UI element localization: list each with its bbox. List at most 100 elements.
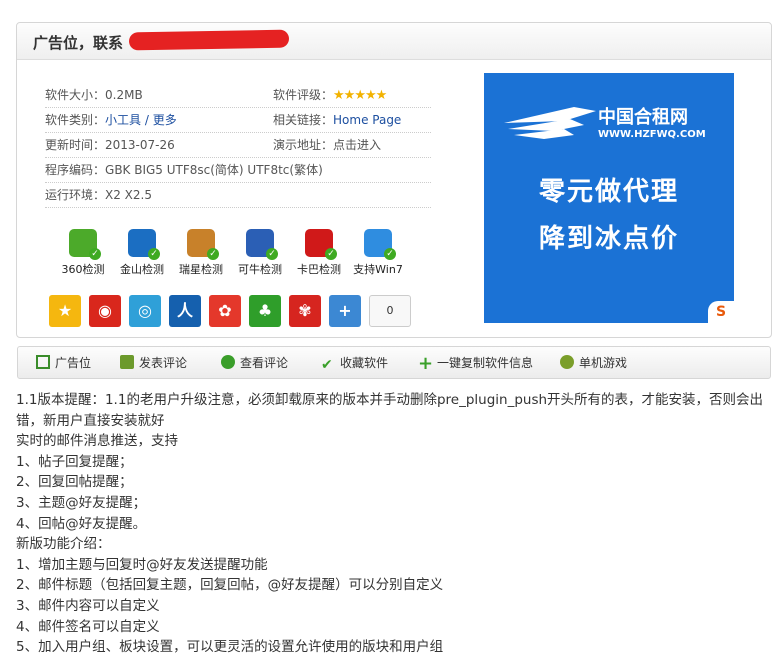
updated-label: 更新时间：	[45, 138, 106, 152]
scan-keniu[interactable]: ✓ 可牛检测	[230, 229, 290, 277]
info-row-updated: 更新时间：2013-07-26 演示地址：点击进入	[45, 133, 431, 158]
ad-banner[interactable]: 中国合租网 WWW.HZFWQ.COM 零元做代理 降到冰点价 S	[484, 73, 734, 323]
shield-360-icon: ✓	[69, 229, 101, 260]
description-line: 1、增加主题与回复时@好友发送提醒功能	[16, 556, 268, 573]
category-link-tools[interactable]: 小工具	[105, 113, 141, 127]
panel-title: 广告位，联系	[33, 34, 124, 52]
description-line: 新版功能介绍：	[16, 536, 111, 553]
ad-line-2: 降到冰点价	[538, 224, 679, 254]
related-label: 相关链接：	[273, 113, 334, 127]
check-badge-icon: ✓	[89, 248, 101, 260]
baidu-icon[interactable]: ✾	[289, 295, 321, 327]
view-comments-button[interactable]: 查看评论	[221, 354, 288, 371]
ad-line-1: 零元做代理	[538, 177, 679, 207]
edit-icon	[120, 355, 134, 369]
description-text: 1.1版本提醒：1.1的老用户升级注意，必须卸载原来的版本并手动删除pre_pl…	[16, 390, 766, 658]
renren-icon[interactable]: 人	[169, 295, 201, 327]
description-line: 1、帖子回复提醒；	[16, 453, 133, 470]
toolbar-label: 查看评论	[240, 356, 289, 370]
check-badge-icon: ✓	[384, 248, 396, 260]
chat-bubble-icon	[221, 355, 235, 369]
toolbar-label: 单机游戏	[579, 356, 628, 370]
more-share-icon[interactable]: +	[329, 295, 361, 327]
weibo-icon[interactable]: ◉	[89, 295, 121, 327]
size-value: 0.2MB	[105, 88, 143, 102]
redaction-mark	[128, 29, 290, 51]
download-icon	[36, 355, 50, 369]
ad-brand: 中国合租网	[598, 107, 688, 128]
windows-icon: ✓	[364, 229, 396, 260]
env-label: 运行环境：	[45, 188, 106, 202]
rating-stars: ★★★★★	[333, 88, 387, 103]
description-line: 1.1版本提醒：1.1的老用户升级注意，必须卸载原来的版本并手动删除pre_pl…	[16, 392, 764, 429]
check-badge-icon: ✓	[266, 248, 278, 260]
copy-info-button[interactable]: + 一键复制软件信息	[418, 353, 534, 374]
scan-win7[interactable]: ✓ 支持Win7	[348, 229, 408, 277]
scan-label: 卡巴检测	[297, 263, 341, 276]
env-value: X2 X2.5	[105, 188, 152, 202]
toolbar-ad-button[interactable]: 广告位	[36, 354, 91, 371]
scan-rising[interactable]: ✓ 瑞星检测	[171, 229, 231, 277]
scan-360[interactable]: ✓ 360检测	[53, 229, 113, 277]
scan-label: 金山检测	[120, 263, 164, 276]
description-line: 3、主题@好友提醒；	[16, 494, 147, 511]
info-row-size: 软件大小：0.2MB 软件评级：★★★★★	[45, 83, 431, 108]
kaixin-icon[interactable]: ✿	[209, 295, 241, 327]
checkmark-icon: ✔	[321, 357, 333, 373]
category-label: 软件类别：	[45, 113, 106, 127]
check-badge-icon: ✓	[148, 248, 160, 260]
toolbar-label: 广告位	[55, 356, 92, 370]
scan-label: 可牛检测	[238, 263, 282, 276]
panel-header: 广告位，联系	[17, 23, 771, 60]
scan-kingsoft[interactable]: ✓ 金山检测	[112, 229, 172, 277]
info-row-encoding: 程序编码：GBK BIG5 UTF8sc(简体) UTF8tc(繁体)	[45, 158, 431, 183]
keniu-shield-icon: ✓	[246, 229, 278, 260]
post-comment-button[interactable]: 发表评论	[120, 354, 187, 371]
info-row-category: 软件类别：小工具 / 更多 相关链接：Home Page	[45, 108, 431, 133]
category-link-more[interactable]: 更多	[153, 113, 177, 127]
software-info-panel: 广告位，联系 软件大小：0.2MB 软件评级：★★★★★ 软件类别：小工具 / …	[16, 22, 772, 338]
scan-label: 支持Win7	[353, 263, 403, 276]
info-row-env: 运行环境：X2 X2.5	[45, 183, 431, 208]
encoding-value: GBK BIG5 UTF8sc(简体) UTF8tc(繁体)	[105, 163, 323, 177]
ad-url: WWW.HZFWQ.COM	[598, 129, 706, 140]
homepage-link[interactable]: Home Page	[333, 113, 401, 127]
plus-icon: +	[418, 353, 434, 374]
scan-label: 360检测	[61, 263, 105, 276]
description-line: 实时的邮件消息推送，支持	[16, 433, 178, 450]
toolbar-label: 发表评论	[139, 356, 188, 370]
description-line: 2、回复回帖提醒；	[16, 474, 133, 491]
kingsoft-icon: ✓	[128, 229, 160, 260]
demo-label: 演示地址：	[273, 138, 334, 152]
encoding-label: 程序编码：	[45, 163, 106, 177]
ad-corner-logo: S	[708, 301, 734, 323]
updated-value: 2013-07-26	[105, 138, 175, 152]
check-badge-icon: ✓	[325, 248, 337, 260]
category-separator: /	[141, 113, 153, 127]
scan-label: 瑞星检测	[179, 263, 223, 276]
demo-link[interactable]: 点击进入	[333, 138, 381, 152]
description-line: 4、回帖@好友提醒。	[16, 515, 147, 532]
share-count: 0	[369, 295, 411, 327]
single-game-button[interactable]: 单机游戏	[560, 354, 627, 371]
check-badge-icon: ✓	[207, 248, 219, 260]
wing-logo-icon	[504, 107, 596, 139]
toolbar-label: 一键复制软件信息	[437, 356, 534, 370]
qzone-icon[interactable]: ★	[49, 295, 81, 327]
description-line: 4、邮件签名可以自定义	[16, 618, 160, 635]
action-toolbar: 广告位 发表评论 查看评论 ✔ 收藏软件 + 一键复制软件信息 单机游戏	[17, 346, 771, 379]
tencent-weibo-icon[interactable]: ◎	[129, 295, 161, 327]
scan-kaspersky[interactable]: ✓ 卡巴检测	[289, 229, 349, 277]
toolbar-label: 收藏软件	[340, 356, 389, 370]
rising-lion-icon: ✓	[187, 229, 219, 260]
clover-icon[interactable]: ♣	[249, 295, 281, 327]
description-line: 3、邮件内容可以自定义	[16, 597, 160, 614]
rating-label: 软件评级：	[273, 88, 334, 102]
size-label: 软件大小：	[45, 88, 106, 102]
description-line: 5、加入用户组、板块设置，可以更灵活的设置允许使用的版块和用户组	[16, 639, 444, 656]
favorite-button[interactable]: ✔ 收藏软件	[321, 354, 388, 372]
game-icon	[560, 355, 574, 369]
security-scan-list: ✓ 360检测 ✓ 金山检测 ✓ 瑞星检测 ✓ 可牛检测 ✓ 卡巴检测 ✓ 支持…	[53, 229, 423, 281]
description-line: 2、邮件标题（包括回复主题，回复回帖，@好友提醒）可以分别自定义	[16, 577, 444, 594]
info-table: 软件大小：0.2MB 软件评级：★★★★★ 软件类别：小工具 / 更多 相关链接…	[45, 83, 431, 208]
